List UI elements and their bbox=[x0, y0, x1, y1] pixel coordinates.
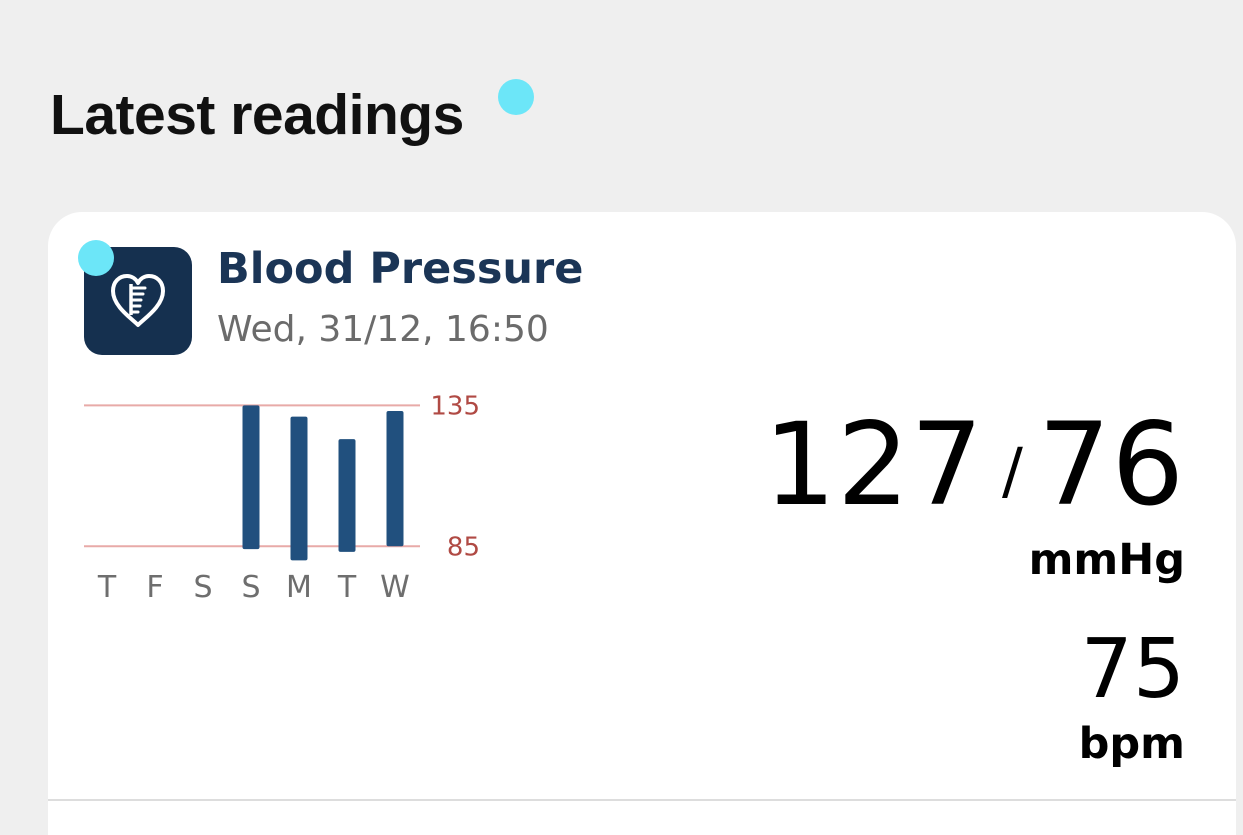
reading-timestamp: Wed, 31/12, 16:50 bbox=[217, 309, 549, 350]
bp-separator: / bbox=[1002, 434, 1024, 507]
bar-5 bbox=[338, 439, 356, 552]
pulse-unit: bpm bbox=[1078, 719, 1185, 769]
card-divider bbox=[48, 799, 1236, 801]
bar-3 bbox=[242, 405, 260, 550]
x-tick-label: F bbox=[146, 570, 163, 605]
x-tick-label: T bbox=[337, 570, 357, 605]
diastolic-value: 76 bbox=[1037, 398, 1185, 531]
section-title: Latest readings bbox=[50, 83, 464, 147]
threshold-label-135: 135 bbox=[430, 391, 480, 421]
bar-6 bbox=[386, 411, 404, 547]
latest-readings-screen: Latest readings Blood Pressure Wed, 31/1… bbox=[0, 0, 1243, 835]
x-tick-label: W bbox=[380, 570, 410, 605]
weekly-bp-chart: 13585T F S S M T W bbox=[84, 391, 480, 605]
bar-4 bbox=[290, 416, 308, 561]
heart-meter-icon bbox=[111, 274, 165, 327]
indicator-dot bbox=[498, 79, 534, 115]
threshold-label-85: 85 bbox=[447, 532, 480, 562]
x-tick-label: S bbox=[241, 570, 260, 605]
x-tick-label: T bbox=[97, 570, 117, 605]
systolic-value: 127 bbox=[763, 398, 985, 531]
card-title: Blood Pressure bbox=[217, 244, 584, 294]
x-tick-label: S bbox=[193, 570, 212, 605]
x-tick-label: M bbox=[286, 570, 312, 605]
blood-pressure-value: 127/76 bbox=[763, 400, 1185, 536]
pulse-value: 75 bbox=[1080, 622, 1185, 717]
indicator-dot bbox=[78, 240, 114, 276]
pressure-unit: mmHg bbox=[1028, 535, 1185, 585]
